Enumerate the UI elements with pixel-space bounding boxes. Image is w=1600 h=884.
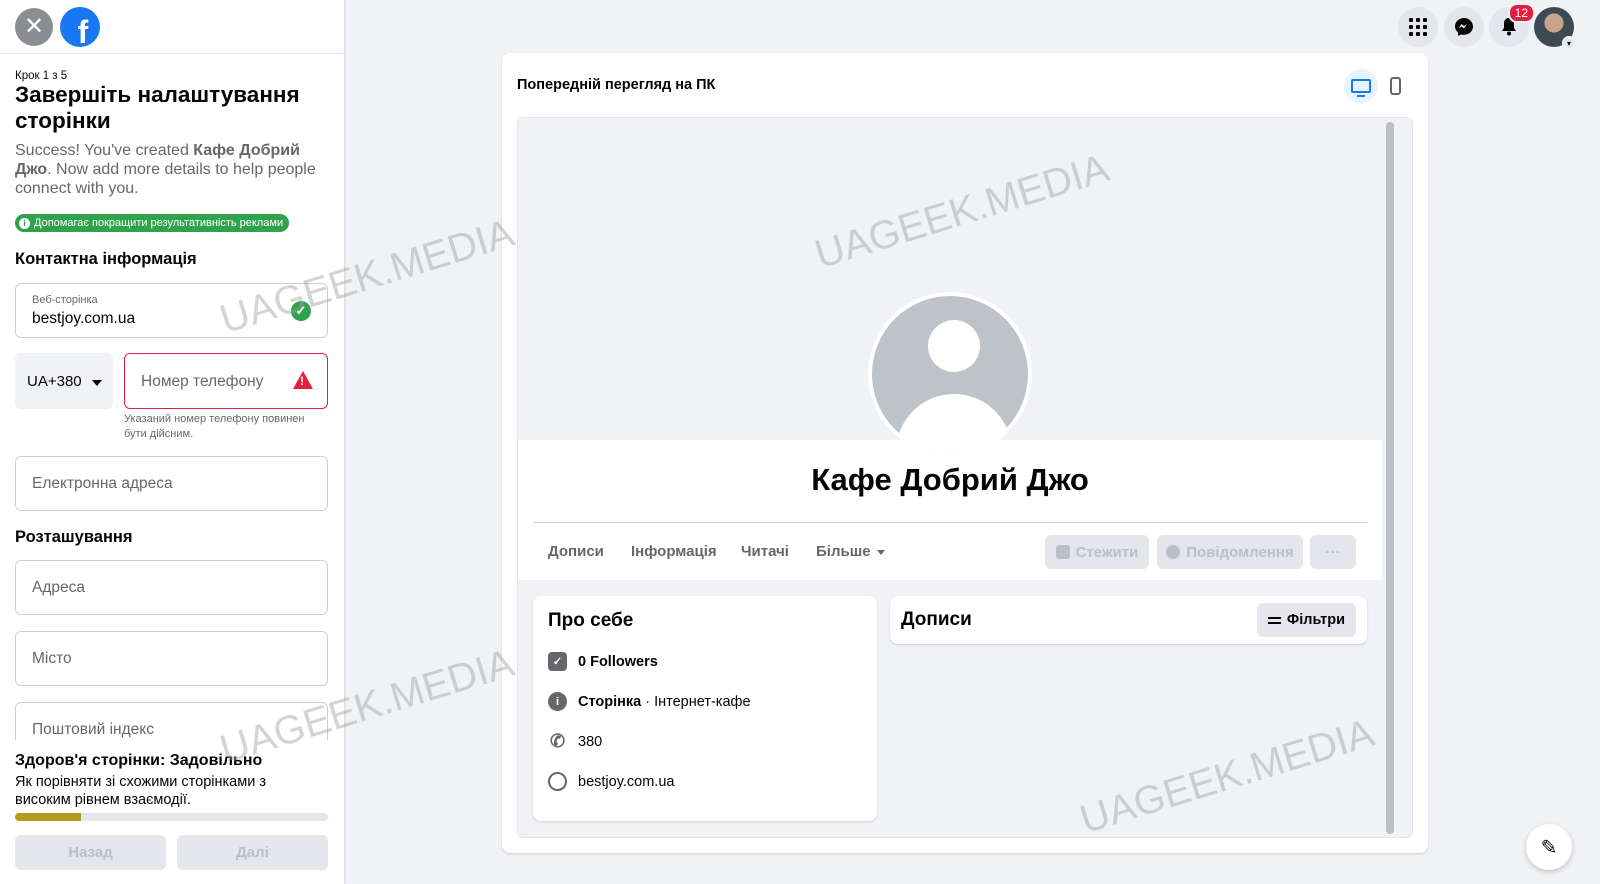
account-chevron-icon[interactable]: ▾ <box>1562 36 1576 50</box>
facebook-logo-icon[interactable]: f <box>60 7 100 47</box>
health-progress-bar <box>15 813 328 821</box>
panel-header: ✕ f <box>0 0 344 54</box>
messenger-icon <box>1166 545 1181 559</box>
mobile-icon <box>1389 77 1401 95</box>
tab-more[interactable]: Більше <box>816 543 885 560</box>
scrollbar[interactable] <box>1386 122 1394 834</box>
phone-icon: ✆ <box>549 731 566 751</box>
phone-placeholder: Номер телефону <box>141 373 264 390</box>
menu-grid-icon[interactable] <box>1398 7 1438 47</box>
caret-down-icon <box>91 379 102 386</box>
preview-page-name: Кафе Добрий Джо <box>811 462 1089 497</box>
page-preview-frame: Кафе Добрий Джо Дописи Інформація Читачі… <box>517 117 1413 838</box>
website-label: Веб-сторінка <box>32 294 98 306</box>
website-row: bestjoy.com.ua <box>548 772 674 791</box>
about-card: Про себе ✓ 0 Followers i Сторінка · Інте… <box>533 596 877 821</box>
follow-icon <box>1055 545 1070 559</box>
phone-row: ✆ 380 <box>549 731 603 751</box>
compose-button[interactable]: ✎ <box>1526 824 1572 870</box>
filter-icon <box>1267 616 1281 624</box>
ads-badge: i Допомагає покращити результативність р… <box>15 214 290 232</box>
phone-field[interactable]: Номер телефону <box>124 353 328 409</box>
message-button[interactable]: Повідомлення <box>1157 535 1303 569</box>
health-description: Як порівняти зі схожими сторінками з вис… <box>15 774 266 808</box>
email-field[interactable]: Електронна адреса <box>15 456 328 511</box>
warning-icon <box>293 371 313 389</box>
tab-info[interactable]: Інформація <box>631 543 717 560</box>
city-field[interactable]: Місто <box>15 631 328 686</box>
website-value: bestjoy.com.ua <box>32 310 136 327</box>
health-progress-fill <box>15 813 81 821</box>
preview-title: Попередній перегляд на ПК <box>517 77 716 93</box>
follow-button[interactable]: Стежити <box>1045 535 1149 569</box>
step-indicator: Крок 1 з 5 <box>15 70 68 82</box>
desktop-preview-button[interactable] <box>1344 69 1378 103</box>
notification-count-badge: 12 <box>1507 3 1535 23</box>
divider <box>533 522 1367 523</box>
website-field[interactable]: Веб-сторінка bestjoy.com.ua ✓ <box>15 283 328 338</box>
desktop-icon <box>1351 79 1371 97</box>
profile-picture <box>868 292 1032 456</box>
info-icon: i <box>19 217 30 229</box>
phone-error: Указаний номер телефону повинен бути дій… <box>124 413 305 440</box>
caret-down-icon <box>876 549 885 555</box>
posts-card: Дописи Фільтри <box>890 596 1367 644</box>
back-button[interactable]: Назад <box>15 835 166 870</box>
more-options-button[interactable]: ··· <box>1310 535 1356 569</box>
category-row: i Сторінка · Інтернет-кафе <box>548 692 751 711</box>
close-icon: ✕ <box>23 13 45 40</box>
edit-icon: ✎ <box>1540 836 1558 859</box>
close-button[interactable]: ✕ <box>15 8 53 46</box>
checkbox-icon: ✓ <box>548 652 567 671</box>
tab-followers[interactable]: Читачі <box>741 543 789 560</box>
info-icon: i <box>548 692 567 711</box>
messenger-icon[interactable] <box>1444 7 1484 47</box>
filters-button[interactable]: Фільтри <box>1256 603 1356 637</box>
contact-heading: Контактна інформація <box>15 250 197 268</box>
notifications-button[interactable]: 12 <box>1489 3 1535 47</box>
tab-posts[interactable]: Дописи <box>548 543 604 560</box>
success-message: Success! You've created Кафе Добрий Джо.… <box>15 142 316 197</box>
country-code-select[interactable]: UA+380 <box>15 353 113 409</box>
health-title: Здоров'я сторінки: Задовільно <box>15 752 263 769</box>
location-heading: Розташування <box>15 528 133 546</box>
mobile-preview-button[interactable] <box>1378 69 1412 103</box>
page-title: Завершіть налаштування сторінки <box>15 82 300 133</box>
posts-title: Дописи <box>901 609 972 630</box>
followers-row: ✓ 0 Followers <box>548 652 658 671</box>
page-health: Здоров'я сторінки: Задовільно Як порівня… <box>0 740 344 884</box>
next-button[interactable]: Далі <box>177 835 328 870</box>
check-icon: ✓ <box>291 301 311 321</box>
preview-card: Попередній перегляд на ПК Кафе Добрий Дж… <box>502 53 1428 853</box>
about-title: Про себе <box>548 610 634 631</box>
globe-icon <box>548 772 567 791</box>
address-field[interactable]: Адреса <box>15 560 328 615</box>
setup-panel: ✕ f Крок 1 з 5 Завершіть налаштування ст… <box>0 0 344 884</box>
